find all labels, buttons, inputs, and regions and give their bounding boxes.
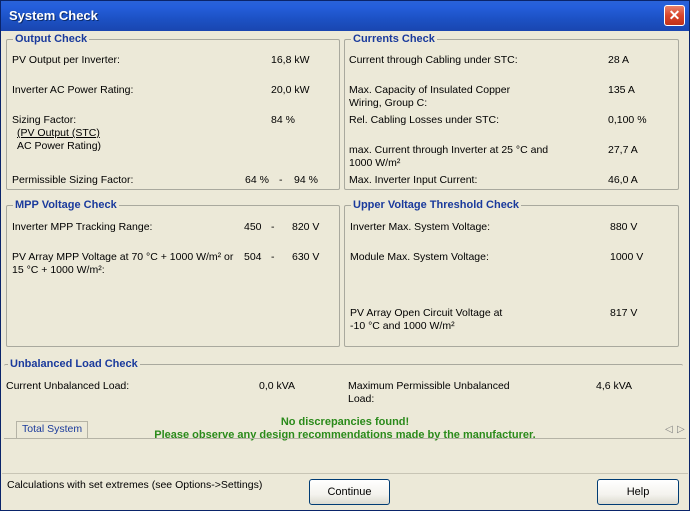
upper-voltage-panel: Upper Voltage Threshold Check Inverter M…: [344, 199, 679, 347]
help-button[interactable]: Help: [597, 479, 679, 505]
open-circuit-value: 817 V: [610, 307, 638, 319]
tab-divider: [4, 438, 686, 439]
system-check-window: System Check ✕ Output Check PV Output pe…: [0, 0, 690, 511]
pv-output-value: 16,8 kW: [271, 54, 310, 66]
close-icon: ✕: [668, 7, 681, 23]
max-unbalanced-label-1: Maximum Permissible Unbalanced: [348, 380, 510, 392]
max-capacity-value: 135 A: [608, 84, 635, 96]
array-mpp-min: 504: [244, 251, 262, 263]
inverter-max-voltage-value: 880 V: [610, 221, 638, 233]
current-unbalanced-label: Current Unbalanced Load:: [6, 380, 130, 392]
max-current-label-2: 1000 W/m²: [349, 157, 401, 169]
inverter-ac-value: 20,0 kW: [271, 84, 310, 96]
sizing-factor-value: 84 %: [271, 114, 295, 126]
currents-check-panel: Currents Check Current through Cabling u…: [344, 33, 679, 190]
dialog-content: Output Check PV Output per Inverter: 16,…: [4, 31, 686, 473]
cabling-current-value: 28 A: [608, 54, 630, 66]
cabling-current-label: Current through Cabling under STC:: [349, 54, 518, 66]
upper-voltage-title: Upper Voltage Threshold Check: [351, 199, 522, 211]
mpp-tracking-max: 820 V: [292, 221, 320, 233]
currents-check-title: Currents Check: [351, 33, 437, 45]
array-mpp-max: 630 V: [292, 251, 320, 263]
array-mpp-label-2: 15 °C + 1000 W/m²:: [12, 264, 105, 276]
no-discrepancies-message: No discrepancies found!: [280, 416, 410, 428]
mpp-voltage-panel: MPP Voltage Check Inverter MPP Tracking …: [6, 199, 340, 347]
sizing-factor-denominator: AC Power Rating): [17, 140, 102, 152]
output-check-panel: Output Check PV Output per Inverter: 16,…: [6, 33, 340, 190]
tab-total-system[interactable]: Total System: [16, 421, 89, 438]
sizing-factor-label: Sizing Factor:: [12, 114, 77, 126]
cabling-losses-label: Rel. Cabling Losses under STC:: [349, 114, 499, 126]
array-mpp-label-1: PV Array MPP Voltage at 70 °C + 1000 W/m…: [12, 251, 234, 263]
open-circuit-label-1: PV Array Open Circuit Voltage at: [350, 307, 503, 319]
scroll-right-icon[interactable]: ▷: [677, 424, 685, 435]
status-bar: Calculations with set extremes (see Opti…: [2, 473, 688, 510]
title-bar[interactable]: System Check ✕: [1, 1, 689, 31]
module-max-voltage-label: Module Max. System Voltage:: [350, 251, 489, 263]
manufacturer-recommendation-message: Please observe any design recommendation…: [154, 429, 536, 441]
open-circuit-label-2: -10 °C and 1000 W/m²: [350, 320, 455, 332]
permissible-sizing-label: Permissible Sizing Factor:: [12, 174, 134, 186]
close-button[interactable]: ✕: [664, 5, 685, 26]
unbalanced-load-panel: Unbalanced Load Check Current Unbalanced…: [4, 358, 683, 414]
permissible-sizing-min: 64 %: [245, 174, 269, 186]
mpp-tracking-dash: -: [271, 221, 275, 233]
mpp-tracking-label: Inverter MPP Tracking Range:: [12, 221, 153, 233]
cabling-losses-value: 0,100 %: [608, 114, 647, 126]
scroll-left-icon[interactable]: ◁: [665, 424, 673, 435]
max-capacity-label-2: Wiring, Group C:: [349, 97, 428, 109]
max-input-value: 46,0 A: [608, 174, 638, 186]
pv-output-label: PV Output per Inverter:: [12, 54, 120, 66]
status-text: Calculations with set extremes (see Opti…: [7, 479, 263, 491]
max-unbalanced-label-2: Load:: [348, 393, 375, 405]
window-title: System Check: [9, 8, 98, 23]
current-unbalanced-value: 0,0 kVA: [259, 380, 295, 392]
inverter-max-voltage-label: Inverter Max. System Voltage:: [350, 221, 491, 233]
permissible-sizing-max: 94 %: [294, 174, 318, 186]
max-capacity-label-1: Max. Capacity of Insulated Copper: [349, 84, 511, 96]
inverter-ac-label: Inverter AC Power Rating:: [12, 84, 134, 96]
array-mpp-dash: -: [271, 251, 275, 263]
sizing-factor-numerator: (PV Output (STC): [17, 127, 100, 139]
max-input-label: Max. Inverter Input Current:: [349, 174, 478, 186]
mpp-tracking-min: 450: [244, 221, 262, 233]
max-current-label-1: max. Current through Inverter at 25 °C a…: [349, 144, 549, 156]
mpp-voltage-title: MPP Voltage Check: [13, 199, 119, 211]
permissible-sizing-dash: -: [279, 174, 283, 186]
max-unbalanced-value: 4,6 kVA: [596, 380, 632, 392]
module-max-voltage-value: 1000 V: [610, 251, 644, 263]
continue-button[interactable]: Continue: [309, 479, 390, 505]
unbalanced-load-title: Unbalanced Load Check: [8, 358, 140, 370]
max-current-value: 27,7 A: [608, 144, 638, 156]
output-check-title: Output Check: [13, 33, 90, 45]
